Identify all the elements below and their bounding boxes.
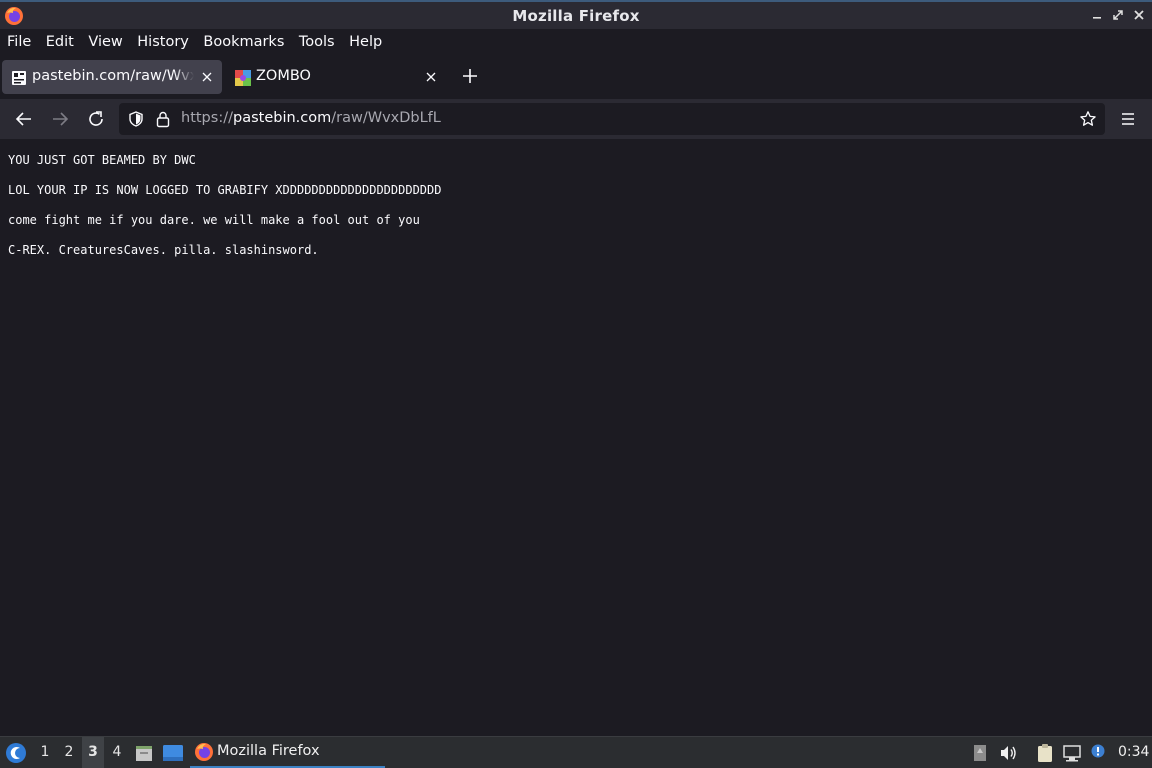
tab-zombo[interactable]: ZOMBO — [226, 60, 446, 94]
pastebin-favicon — [12, 71, 26, 85]
menu-view[interactable]: View — [88, 34, 122, 50]
app-menu-icon[interactable] — [1118, 109, 1138, 129]
menu-edit[interactable]: Edit — [46, 34, 74, 50]
clipboard-icon[interactable] — [1035, 743, 1055, 763]
notification-icon[interactable] — [1089, 743, 1109, 763]
navigation-toolbar: https://pastebin.com/raw/WvxDbLfL — [0, 99, 1152, 139]
reload-icon[interactable] — [86, 109, 106, 129]
tab-close-icon[interactable] — [425, 71, 437, 83]
zombo-favicon — [235, 70, 251, 86]
taskbar-window-label: Mozilla Firefox — [217, 743, 320, 759]
tab-bar: pastebin.com/raw/WvxDbLfL ZOMBO — [0, 56, 1152, 99]
forward-icon[interactable] — [50, 109, 70, 129]
url-scheme: https:// — [181, 110, 233, 126]
volume-icon[interactable] — [998, 743, 1018, 763]
paste-line: YOU JUST GOT BEAMED BY DWC — [8, 153, 196, 167]
url-path: /raw/WvxDbLfL — [331, 110, 441, 126]
menu-tools[interactable]: Tools — [299, 34, 335, 50]
url-host: pastebin.com — [232, 110, 332, 126]
window-titlebar: Mozilla Firefox — [0, 0, 1152, 29]
paste-line: LOL YOUR IP IS NOW LOGGED TO GRABIFY XDD… — [8, 183, 442, 197]
start-menu-icon[interactable] — [5, 742, 27, 764]
tab-label: pastebin.com/raw/WvxDbLfL — [32, 68, 194, 84]
tab-close-icon[interactable] — [201, 71, 213, 83]
tray-drive-icon[interactable] — [970, 743, 990, 763]
paste-line: come fight me if you dare. we will make … — [8, 213, 420, 227]
new-tab-icon[interactable] — [460, 66, 480, 86]
window-title: Mozilla Firefox — [512, 6, 640, 25]
taskbar-firefox-window[interactable]: Mozilla Firefox — [190, 737, 385, 768]
maximize-icon[interactable] — [1111, 8, 1125, 22]
menu-file[interactable]: File — [7, 34, 31, 50]
network-icon[interactable] — [1062, 743, 1082, 763]
firefox-icon — [195, 743, 213, 761]
firefox-icon[interactable] — [4, 6, 24, 26]
bookmark-star-icon[interactable] — [1079, 110, 1097, 128]
workspace-1[interactable]: 1 — [34, 737, 56, 768]
back-icon[interactable] — [14, 109, 34, 129]
url-bar[interactable]: https://pastebin.com/raw/WvxDbLfL — [119, 103, 1105, 135]
taskbar: 1 2 3 4 Mozilla Firefox 0:34 — [0, 736, 1152, 768]
file-manager-icon[interactable] — [134, 743, 154, 763]
tab-pastebin[interactable]: pastebin.com/raw/WvxDbLfL — [2, 60, 222, 94]
url-text[interactable]: https://pastebin.com/raw/WvxDbLfL — [181, 110, 441, 126]
close-icon[interactable] — [1132, 8, 1146, 22]
menu-bookmarks[interactable]: Bookmarks — [203, 34, 284, 50]
menu-bar: File Edit View History Bookmarks Tools H… — [0, 29, 1152, 54]
menu-help[interactable]: Help — [349, 34, 382, 50]
menu-history[interactable]: History — [137, 34, 189, 50]
workspace-3[interactable]: 3 — [82, 737, 104, 768]
workspace-4[interactable]: 4 — [106, 737, 128, 768]
paste-line: C-REX. CreaturesCaves. pilla. slashinswo… — [8, 243, 319, 257]
workspace-2[interactable]: 2 — [58, 737, 80, 768]
page-content: YOU JUST GOT BEAMED BY DWC LOL YOUR IP I… — [0, 140, 1152, 735]
shield-icon[interactable] — [127, 110, 145, 128]
clock[interactable]: 0:34 — [1118, 744, 1149, 760]
minimize-icon[interactable] — [1090, 8, 1104, 22]
show-desktop-icon[interactable] — [162, 744, 184, 762]
tab-label: ZOMBO — [256, 68, 311, 84]
lock-icon[interactable] — [155, 110, 171, 128]
